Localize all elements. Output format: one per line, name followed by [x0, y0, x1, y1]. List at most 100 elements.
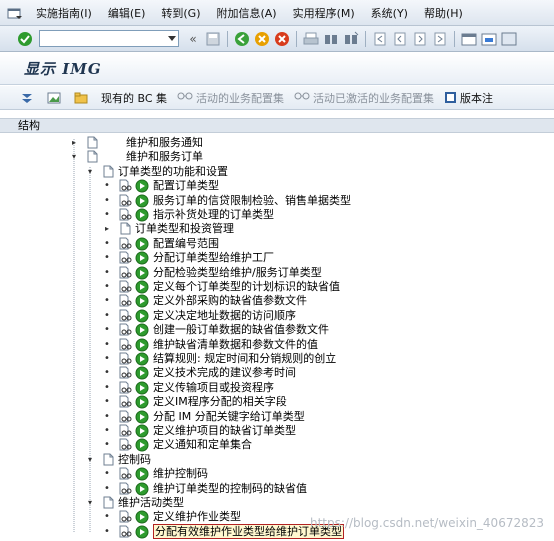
back-icon[interactable]	[233, 30, 251, 48]
activated-bc-sets-button[interactable]: 活动已激活的业务配置集	[294, 90, 434, 106]
tree-node-label[interactable]: 配置编号范围	[153, 236, 219, 251]
tree-node-label[interactable]: 分配订单类型给维护工厂	[153, 250, 274, 265]
check-icon[interactable]	[16, 30, 34, 48]
tree-node-label[interactable]: 维护活动类型	[118, 495, 184, 510]
glasses-icon[interactable]	[119, 510, 132, 523]
menu-utilities[interactable]: 实用程序(M)	[285, 5, 363, 21]
document-icon[interactable]	[102, 496, 115, 509]
execute-icon[interactable]	[135, 410, 149, 424]
execute-icon[interactable]	[135, 251, 149, 265]
collapse-node-icon[interactable]: ▾	[86, 495, 94, 510]
save-icon[interactable]	[204, 30, 222, 48]
tree-node-label[interactable]: 服务订单的信贷限制检验、销售单据类型	[153, 193, 351, 208]
chevron-down-icon[interactable]	[168, 36, 176, 41]
tree-node-label[interactable]: 分配检验类型给维护/服务订单类型	[153, 265, 322, 280]
tree-node[interactable]: • 分配检验类型给维护/服务订单类型	[0, 265, 554, 280]
new-session-icon[interactable]	[460, 30, 478, 48]
execute-icon[interactable]	[135, 323, 149, 337]
tree-node[interactable]: • 定义技术完成的建议参考时间	[0, 365, 554, 380]
expand-node-icon[interactable]: ▸	[103, 221, 111, 236]
glasses-icon[interactable]	[119, 237, 132, 250]
next-page-icon[interactable]	[411, 30, 429, 48]
tree-node[interactable]: ▾ 维护和服务订单	[0, 149, 554, 164]
tree-node-label[interactable]: 定义外部采购的缺省值参数文件	[153, 293, 307, 308]
execute-icon[interactable]	[135, 208, 149, 222]
glasses-icon[interactable]	[119, 410, 132, 423]
find-next-icon[interactable]	[342, 30, 360, 48]
tree-node[interactable]: ▾ 订单类型的功能和设置	[0, 164, 554, 179]
first-page-icon[interactable]	[371, 30, 389, 48]
tree-node-label[interactable]: 定义维护项目的缺省订单类型	[153, 423, 296, 438]
double-chevron-left-icon[interactable]: «	[184, 30, 202, 48]
tree-node-label[interactable]: 分配 IM 分配关键字给订单类型	[153, 409, 305, 424]
tree-node-label[interactable]: 维护和服务订单	[126, 149, 203, 164]
glasses-icon[interactable]	[119, 194, 132, 207]
tree-node-label[interactable]: 结算规则: 规定时间和分销规则的创立	[153, 351, 336, 366]
document-icon[interactable]	[86, 136, 99, 149]
tree-node-label[interactable]: 配置订单类型	[153, 178, 219, 193]
execute-icon[interactable]	[135, 237, 149, 251]
tree-node[interactable]: • 维护缺省清单数据和参数文件的值	[0, 337, 554, 352]
tree-node[interactable]: • 定义决定地址数据的访问顺序	[0, 308, 554, 323]
collapse-node-icon[interactable]: ▾	[86, 164, 94, 179]
menu-edit[interactable]: 编辑(E)	[100, 5, 154, 21]
execute-icon[interactable]	[135, 482, 149, 496]
tree-node[interactable]: • 结算规则: 规定时间和分销规则的创立	[0, 351, 554, 366]
document-icon[interactable]	[86, 150, 99, 163]
execute-icon[interactable]	[135, 395, 149, 409]
execute-icon[interactable]	[135, 352, 149, 366]
document-icon[interactable]	[102, 165, 115, 178]
tree-node[interactable]: • 定义IM程序分配的相关字段	[0, 394, 554, 409]
bc-sets-button[interactable]: 现有的 BC 集	[101, 90, 167, 106]
expand-all-button[interactable]	[20, 91, 37, 105]
shortcut-icon[interactable]	[480, 30, 498, 48]
glasses-icon[interactable]	[119, 323, 132, 336]
tree-node-label[interactable]: 定义每个订单类型的计划标识的缺省值	[153, 279, 340, 294]
tree-node[interactable]: • 服务订单的信贷限制检验、销售单据类型	[0, 193, 554, 208]
tree-node-label[interactable]: 维护和服务通知	[126, 135, 203, 150]
glasses-icon[interactable]	[119, 309, 132, 322]
folder-button[interactable]	[74, 91, 91, 105]
menu-implementation-guide[interactable]: 实施指南(I)	[28, 5, 100, 21]
execute-icon[interactable]	[135, 309, 149, 323]
tree-node-label[interactable]: 定义传输项目或投资程序	[153, 380, 274, 395]
collapse-node-icon[interactable]: ▾	[70, 149, 78, 164]
tree-node-label[interactable]: 定义通知和定单集合	[153, 437, 252, 452]
tree-node-label[interactable]: 控制码	[118, 452, 151, 467]
last-page-icon[interactable]	[431, 30, 449, 48]
tree-node-label[interactable]: 订单类型的功能和设置	[118, 164, 228, 179]
execute-icon[interactable]	[135, 525, 149, 539]
tree-node-label[interactable]: 定义决定地址数据的访问顺序	[153, 308, 296, 323]
document-icon[interactable]	[119, 222, 132, 235]
execute-icon[interactable]	[135, 424, 149, 438]
layout-icon[interactable]	[500, 30, 518, 48]
tree-node[interactable]: • 分配 IM 分配关键字给订单类型	[0, 409, 554, 424]
tree-node[interactable]: ▸ 维护和服务通知	[0, 135, 554, 150]
active-bc-sets-button[interactable]: 活动的业务配置集	[177, 90, 284, 106]
glasses-icon[interactable]	[119, 381, 132, 394]
tree-node[interactable]: • 定义每个订单类型的计划标识的缺省值	[0, 279, 554, 294]
execute-icon[interactable]	[135, 294, 149, 308]
execute-icon[interactable]	[135, 510, 149, 524]
tree-node[interactable]: • 指示补货处理的订单类型	[0, 207, 554, 222]
execute-icon[interactable]	[135, 280, 149, 294]
glasses-icon[interactable]	[119, 352, 132, 365]
glasses-icon[interactable]	[119, 179, 132, 192]
menu-system[interactable]: 系统(Y)	[363, 5, 416, 21]
tree-node-label[interactable]: 定义技术完成的建议参考时间	[153, 365, 296, 380]
execute-icon[interactable]	[135, 467, 149, 481]
tree-node-label[interactable]: 定义IM程序分配的相关字段	[153, 394, 287, 409]
release-notes-button[interactable]: 版本注	[444, 90, 493, 106]
execute-icon[interactable]	[135, 366, 149, 380]
glasses-icon[interactable]	[119, 338, 132, 351]
glasses-icon[interactable]	[119, 366, 132, 379]
menu-goto[interactable]: 转到(G)	[153, 5, 208, 21]
execute-icon[interactable]	[135, 179, 149, 193]
glasses-icon[interactable]	[119, 208, 132, 221]
cancel-icon[interactable]	[273, 30, 291, 48]
menu-help[interactable]: 帮助(H)	[416, 5, 471, 21]
glasses-icon[interactable]	[119, 482, 132, 495]
image-button[interactable]	[47, 91, 64, 105]
document-icon[interactable]	[102, 453, 115, 466]
glasses-icon[interactable]	[119, 395, 132, 408]
